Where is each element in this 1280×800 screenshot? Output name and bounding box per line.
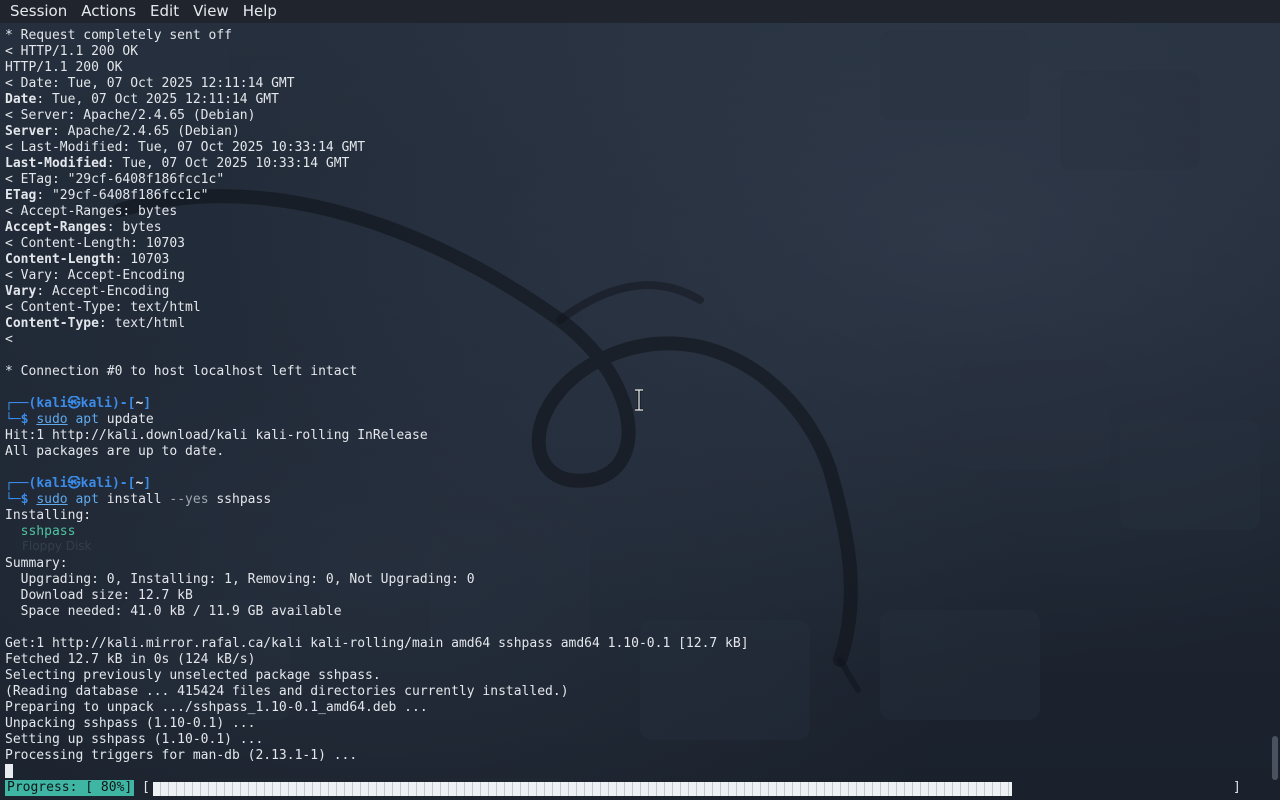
command-args: install: [106, 492, 162, 507]
prompt-at-symbol: ㉿: [67, 476, 81, 491]
command-sudo: sudo: [36, 412, 68, 427]
command-option: --yes: [169, 492, 209, 507]
terminal-line: Preparing to unpack .../sshpass_1.10-0.1…: [5, 700, 428, 715]
prompt-user: kali: [36, 476, 68, 491]
progress-track: [153, 782, 1227, 796]
header-name: ETag: [5, 188, 37, 203]
prompt-box-end: ]: [143, 396, 152, 411]
terminal-line: * Request completely sent off: [5, 28, 232, 43]
terminal-line: Get:1 http://kali.mirror.rafal.ca/kali k…: [5, 636, 749, 651]
terminal-line: Installing:: [5, 508, 92, 523]
terminal-line: Unpacking sshpass (1.10-0.1) ...: [5, 716, 256, 731]
terminal-line: ETag: "29cf-6408f186fcc1c": [5, 188, 209, 203]
terminal-line: < Vary: Accept-Encoding: [5, 268, 186, 283]
terminal-line: < Date: Tue, 07 Oct 2025 12:11:14 GMT: [5, 76, 295, 91]
prompt-box-bottom: └─: [5, 492, 21, 507]
terminal-line: HTTP/1.1 200 OK: [5, 60, 123, 75]
menu-actions[interactable]: Actions: [74, 0, 143, 23]
terminal-line: < Content-Length: 10703: [5, 236, 186, 251]
terminal-line: Accept-Ranges: bytes: [5, 220, 162, 235]
installing-package: sshpass: [20, 524, 76, 539]
terminal-line: sshpass: [5, 524, 1267, 540]
prompt-dollar: $: [20, 412, 29, 427]
menu-session[interactable]: Session: [3, 0, 74, 23]
terminal-input-line[interactable]: [5, 764, 1267, 780]
menu-edit[interactable]: Edit: [143, 0, 186, 23]
terminal-line: (Reading database ... 415424 files and d…: [5, 684, 569, 699]
terminal-line: <: [5, 332, 13, 347]
prompt-user: kali: [36, 396, 68, 411]
prompt-host: kali: [80, 476, 112, 491]
header-name: Vary: [5, 284, 37, 299]
menu-bar: Session Actions Edit View Help: [0, 0, 1280, 23]
header-name: Date: [5, 92, 37, 107]
terminal-line: Download size: 12.7 kB: [5, 588, 193, 603]
menu-help[interactable]: Help: [236, 0, 284, 23]
progress-label: Progress: [ 80%]: [5, 780, 135, 796]
terminal-line: Content-Type: text/html: [5, 316, 186, 331]
prompt-box-top: ┌──(: [5, 396, 37, 411]
prompt-dollar: $: [20, 492, 29, 507]
progress-bar-fill: [153, 782, 1012, 796]
terminal-line: < HTTP/1.1 200 OK: [5, 44, 139, 59]
header-name: Content-Length: [5, 252, 115, 267]
terminal-line: Last-Modified: Tue, 07 Oct 2025 10:33:14…: [5, 156, 350, 171]
prompt-host: kali: [80, 396, 112, 411]
prompt-box-top: ┌──(: [5, 476, 37, 491]
terminal-line: < Last-Modified: Tue, 07 Oct 2025 10:33:…: [5, 140, 366, 155]
command-package: sshpass: [216, 492, 272, 507]
apt-progress: Progress: [ 80%] [ ]: [5, 780, 1275, 796]
header-name: Accept-Ranges: [5, 220, 107, 235]
terminal-line: Vary: Accept-Encoding: [5, 284, 170, 299]
command-apt: apt: [75, 412, 99, 427]
terminal-line: └─$ sudo apt update: [5, 412, 1267, 428]
terminal-line: < Server: Apache/2.4.65 (Debian): [5, 108, 256, 123]
terminal-line: Date: Tue, 07 Oct 2025 12:11:14 GMT: [5, 92, 279, 107]
menu-view[interactable]: View: [186, 0, 236, 23]
terminal-line: < ETag: "29cf-6408f186fcc1c": [5, 172, 225, 187]
prompt-box-bottom: └─: [5, 412, 21, 427]
terminal-line: Content-Length: 10703: [5, 252, 170, 267]
header-name: Server: [5, 124, 52, 139]
terminal-line: Upgrading: 0, Installing: 1, Removing: 0…: [5, 572, 475, 587]
terminal-line: Processing triggers for man-db (2.13.1-1…: [5, 748, 358, 763]
header-name: Content-Type: [5, 316, 99, 331]
prompt-box-end: ]: [143, 476, 152, 491]
terminal-line: Hit:1 http://kali.download/kali kali-rol…: [5, 428, 428, 443]
prompt-separator: )-[: [111, 476, 136, 491]
terminal-line: < Content-Type: text/html: [5, 300, 201, 315]
command-args: update: [106, 412, 154, 427]
terminal-line: Server: Apache/2.4.65 (Debian): [5, 124, 240, 139]
terminal-line: Setting up sshpass (1.10-0.1) ...: [5, 732, 264, 747]
text-cursor-icon: [635, 389, 643, 411]
command-apt: apt: [75, 492, 99, 507]
progress-open-bracket: [: [142, 780, 150, 795]
command-sudo: sudo: [36, 492, 68, 507]
prompt-separator: )-[: [111, 396, 136, 411]
terminal-line: Selecting previously unselected package …: [5, 668, 381, 683]
terminal-line: < Accept-Ranges: bytes: [5, 204, 178, 219]
terminal-line: ┌──(kali㉿kali)-[~]: [5, 476, 1267, 492]
header-name: Last-Modified: [5, 156, 107, 171]
progress-close-bracket: ]: [1233, 780, 1241, 795]
terminal-line: └─$ sudo apt install --yes sshpass: [5, 492, 1267, 508]
terminal-scrollbar[interactable]: [1272, 736, 1278, 780]
terminal-line: Summary:: [5, 556, 68, 571]
terminal-line: Space needed: 41.0 kB / 11.9 GB availabl…: [5, 604, 342, 619]
terminal-line: Fetched 12.7 kB in 0s (124 kB/s): [5, 652, 256, 667]
terminal-cursor: [5, 764, 13, 778]
terminal-line: * Connection #0 to host localhost left i…: [5, 364, 358, 379]
prompt-at-symbol: ㉿: [67, 396, 81, 411]
terminal-line: All packages are up to date.: [5, 444, 225, 459]
